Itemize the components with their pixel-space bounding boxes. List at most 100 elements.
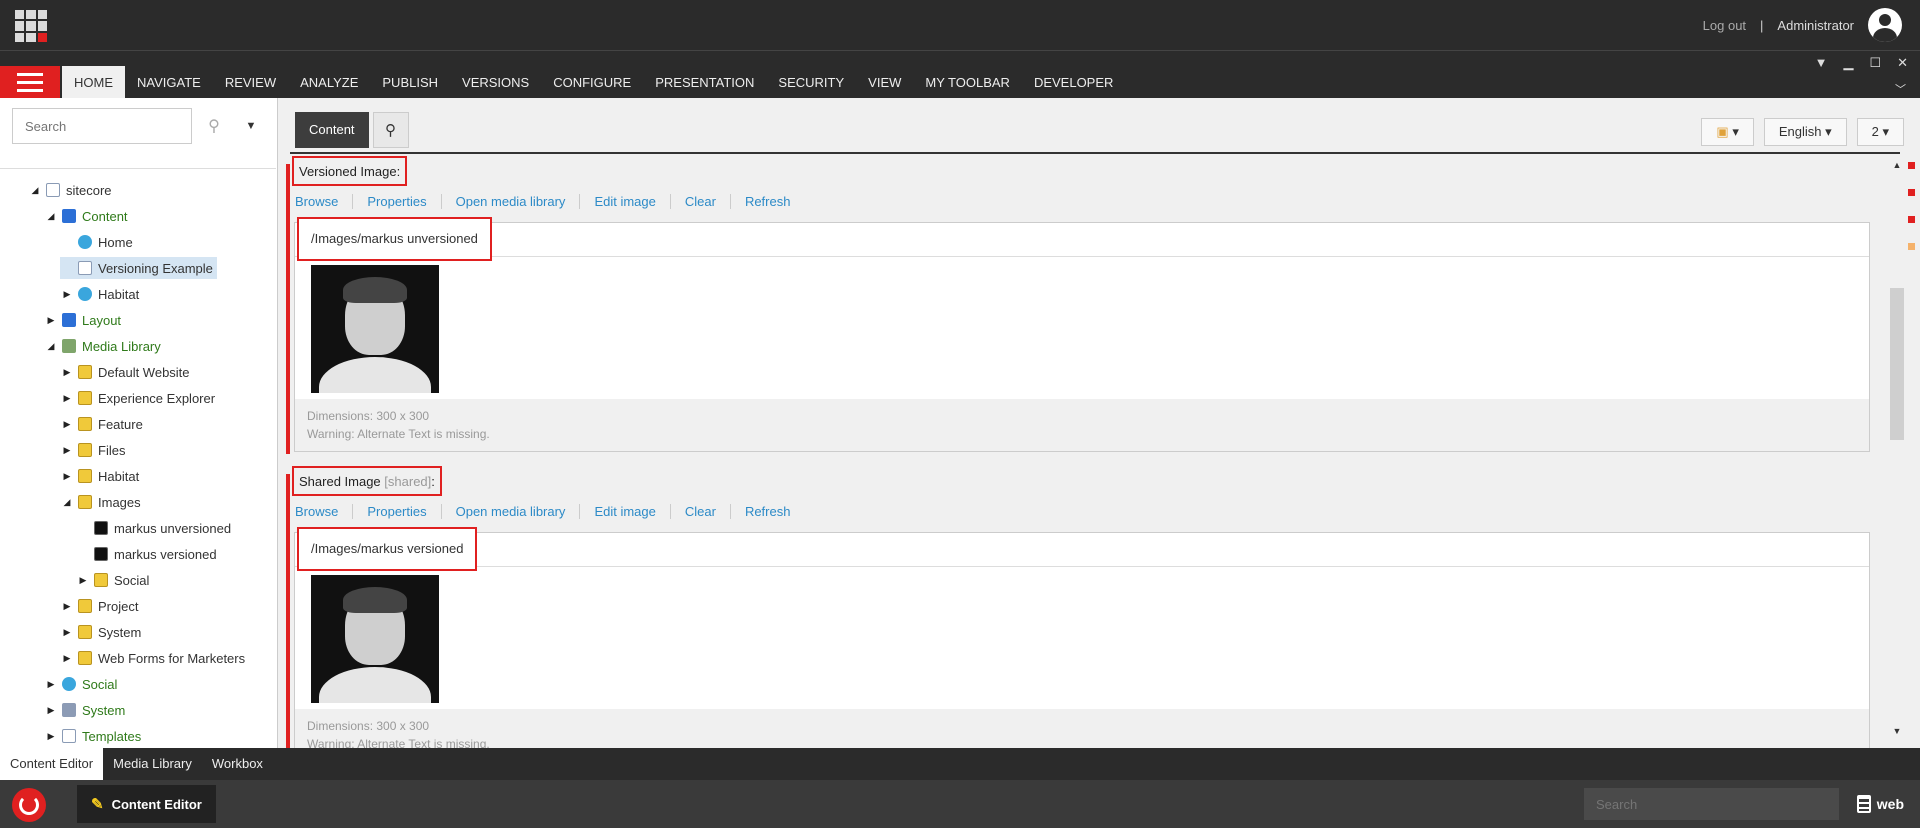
validation-marker[interactable] [1908,216,1915,223]
scroll-up-icon[interactable]: ▲ [1890,160,1904,170]
tree-node[interactable]: Versioning Example [60,257,217,279]
tab-security[interactable]: SECURITY [766,66,856,99]
tree-node[interactable]: ▶ Layout [44,309,122,331]
language-dropdown[interactable]: English ▾ [1763,118,1847,146]
open-media-library-link[interactable]: Open media library [442,194,581,209]
tab-configure[interactable]: CONFIGURE [541,66,643,99]
expanded-arrow-icon[interactable]: ◢ [44,211,58,222]
edit-image-link[interactable]: Edit image [580,504,671,519]
collapsed-arrow-icon[interactable]: ▶ [44,679,58,690]
refresh-link[interactable]: Refresh [731,194,805,209]
tree-node[interactable]: ▶ System [60,621,142,643]
collapsed-arrow-icon[interactable]: ▶ [60,289,74,300]
content-editor-button[interactable]: ✎ Content Editor [77,785,216,823]
collapsed-arrow-icon[interactable]: ▶ [60,601,74,612]
tab-navigate[interactable]: NAVIGATE [125,66,213,99]
tree-node[interactable]: ▶ Files [60,439,126,461]
collapsed-arrow-icon[interactable]: ▶ [60,445,74,456]
validation-marker[interactable] [1908,162,1915,169]
tab-media-library[interactable]: Media Library [103,748,202,780]
tree-node[interactable]: markus versioned [76,543,217,565]
user-name[interactable]: Administrator [1777,18,1854,33]
expanded-arrow-icon[interactable]: ◢ [28,185,42,196]
tab-home[interactable]: HOME [62,66,125,99]
refresh-link[interactable]: Refresh [731,504,805,519]
tab-analyze[interactable]: ANALYZE [288,66,370,99]
version-dropdown[interactable]: 2 ▾ [1856,118,1904,146]
search-icon[interactable]: ⚲ [372,112,409,148]
tab-my-toolbar[interactable]: MY TOOLBAR [913,66,1022,99]
tree-node[interactable]: ▶ Habitat [60,283,140,305]
expanded-arrow-icon[interactable]: ◢ [60,497,74,508]
tab-view[interactable]: VIEW [856,66,913,99]
scroll-thumb[interactable] [1890,288,1904,440]
tree-node[interactable]: ▶ Default Website [60,361,190,383]
collapsed-arrow-icon[interactable]: ▶ [60,393,74,404]
close-icon[interactable]: ✕ [1897,55,1908,71]
logout-link[interactable]: Log out [1703,18,1746,33]
tab-content[interactable]: Content [295,112,369,148]
dropdown-icon[interactable]: ▼ [1815,55,1828,71]
chevron-down-icon[interactable]: ▼ [236,108,266,144]
validation-marker[interactable] [1908,189,1915,196]
scroll-down-icon[interactable]: ▼ [1890,726,1904,736]
tab-publish[interactable]: PUBLISH [370,66,450,99]
tab-content-editor[interactable]: Content Editor [0,748,104,780]
chevron-down-icon[interactable]: ﹀ [1895,81,1906,97]
properties-link[interactable]: Properties [353,504,442,519]
collapsed-arrow-icon[interactable]: ▶ [60,653,74,664]
taskbar-search-input[interactable] [1584,788,1839,820]
sitecore-logo-icon[interactable] [12,788,46,822]
tree-node[interactable]: markus unversioned [76,517,231,539]
database-selector[interactable]: web [1856,788,1904,820]
tree-node[interactable]: ▶ Web Forms for Marketers [60,647,246,669]
collapsed-arrow-icon[interactable]: ▶ [60,471,74,482]
tab-workbox[interactable]: Workbox [202,748,273,780]
tree-node[interactable]: ◢ sitecore [28,179,112,201]
avatar[interactable] [1868,8,1902,42]
maximize-icon[interactable]: ☐ [1869,55,1881,71]
tree-node[interactable]: ▶ Social [76,569,150,591]
search-input[interactable] [12,108,192,144]
collapsed-arrow-icon[interactable]: ▶ [76,575,90,586]
tree-node[interactable]: ▶ Project [60,595,139,617]
tab-presentation[interactable]: PRESENTATION [643,66,766,99]
image-path[interactable]: /Images/markus versioned [297,527,478,571]
tab-versions[interactable]: VERSIONS [450,66,541,99]
search-icon[interactable]: ⚲ [192,108,236,144]
tree-node[interactable]: ▶ Experience Explorer [60,387,216,409]
browse-link[interactable]: Browse [295,194,354,209]
collapsed-arrow-icon[interactable]: ▶ [60,367,74,378]
tree-node[interactable]: Home [60,231,133,253]
tree-node[interactable]: ◢ Images [60,491,141,513]
tree-node[interactable]: ◢ Content [44,205,128,227]
tab-developer[interactable]: DEVELOPER [1022,66,1125,99]
properties-link[interactable]: Properties [353,194,442,209]
collapsed-arrow-icon[interactable]: ▶ [60,627,74,638]
tree-node[interactable]: ▶ System [44,699,126,721]
image-path[interactable]: /Images/markus unversioned [297,217,492,261]
tree-node[interactable]: ▶ Templates [44,725,142,747]
tree-node[interactable]: ▶ Habitat [60,465,140,487]
collapsed-arrow-icon[interactable]: ▶ [44,315,58,326]
edit-image-link[interactable]: Edit image [580,194,671,209]
browse-link[interactable]: Browse [295,504,354,519]
open-media-library-link[interactable]: Open media library [442,504,581,519]
collapsed-arrow-icon[interactable]: ▶ [44,731,58,742]
save-dropdown-button[interactable]: ▣ ▾ [1701,118,1754,146]
minimize-icon[interactable]: ▁ [1843,55,1853,71]
launchpad-grid-icon[interactable] [15,10,47,42]
clear-link[interactable]: Clear [671,504,731,519]
collapsed-arrow-icon[interactable]: ▶ [60,419,74,430]
validation-marker[interactable] [1908,243,1915,250]
tree-node[interactable]: ▶ Feature [60,413,143,435]
expanded-arrow-icon[interactable]: ◢ [44,341,58,352]
version-label: 2 [1871,124,1879,139]
collapsed-arrow-icon[interactable]: ▶ [44,705,58,716]
hamburger-menu-icon[interactable] [0,66,60,99]
tree-node[interactable]: ◢ Media Library [44,335,161,357]
tab-review[interactable]: REVIEW [213,66,288,99]
vertical-scrollbar[interactable]: ▲ ▼ [1890,158,1904,738]
tree-node[interactable]: ▶ Social [44,673,118,695]
clear-link[interactable]: Clear [671,194,731,209]
